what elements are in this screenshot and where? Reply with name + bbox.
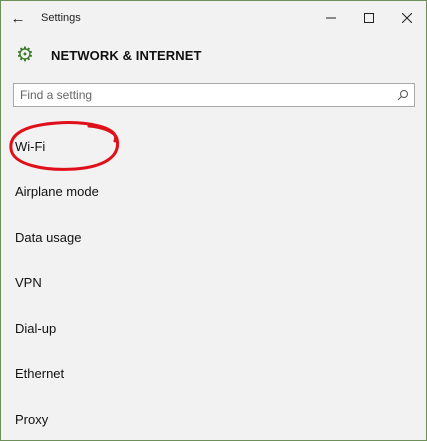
- gear-icon: ⚙: [16, 44, 34, 66]
- nav-item-airplane-mode[interactable]: Airplane mode: [15, 178, 109, 204]
- nav-item-label: Airplane mode: [15, 183, 99, 199]
- highlight-circle-annotation: [9, 121, 120, 171]
- window-title: Settings: [41, 12, 81, 24]
- nav-item-label: Data usage: [15, 229, 82, 245]
- nav-item-ethernet[interactable]: Ethernet: [15, 360, 74, 386]
- window-controls: [312, 1, 426, 35]
- settings-window: ← Settings ⚙ NETWORK & INTERNET Wi-Fi: [0, 0, 427, 441]
- back-button[interactable]: ←: [1, 1, 35, 35]
- page-header: ⚙ NETWORK & INTERNET: [1, 35, 426, 75]
- minimize-icon: [326, 17, 336, 19]
- back-arrow-icon: ←: [10, 9, 26, 27]
- close-icon: [402, 13, 412, 23]
- search-input[interactable]: [14, 83, 392, 107]
- maximize-button[interactable]: [350, 1, 388, 35]
- page-title: NETWORK & INTERNET: [51, 47, 202, 63]
- search-icon[interactable]: [392, 84, 414, 106]
- nav-item-dial-up[interactable]: Dial-up: [15, 315, 66, 341]
- nav-item-label: Ethernet: [15, 365, 65, 381]
- search-box[interactable]: [13, 83, 415, 107]
- close-button[interactable]: [388, 1, 426, 35]
- nav-item-vpn[interactable]: VPN: [15, 269, 52, 295]
- minimize-button[interactable]: [312, 1, 350, 35]
- nav-item-proxy[interactable]: Proxy: [15, 406, 58, 432]
- nav-item-data-usage[interactable]: Data usage: [15, 224, 92, 250]
- nav-item-label: Dial-up: [15, 320, 57, 336]
- nav-item-label: Proxy: [15, 411, 49, 427]
- maximize-icon: [364, 13, 374, 23]
- title-bar: ← Settings: [1, 1, 426, 35]
- nav-item-label: VPN: [15, 274, 42, 290]
